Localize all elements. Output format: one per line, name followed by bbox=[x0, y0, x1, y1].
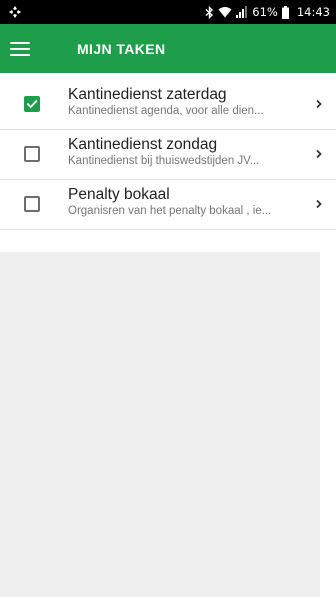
task-row-kantinedienst-zaterdag[interactable]: Kantinedienst zaterdag Kantinedienst age… bbox=[0, 80, 336, 130]
task-row-kantinedienst-zondag[interactable]: Kantinedienst zondag Kantinedienst bij t… bbox=[0, 130, 336, 180]
chevron-right-icon bbox=[316, 149, 322, 159]
task-checkbox[interactable] bbox=[24, 196, 40, 212]
task-subtitle: Kantinedienst agenda, voor alle dien... bbox=[68, 105, 264, 117]
wifi-icon bbox=[218, 6, 232, 18]
empty-content-area bbox=[0, 252, 320, 597]
task-subtitle: Organisren van het penalty bokaal , ie..… bbox=[68, 205, 272, 217]
chevron-right-icon bbox=[316, 99, 322, 109]
battery-percent: 61% bbox=[252, 5, 278, 19]
checkmark-icon bbox=[26, 99, 38, 109]
task-title: Kantinedienst zaterdag bbox=[68, 86, 227, 103]
page-title: MIJN TAKEN bbox=[77, 40, 166, 57]
app-notification-icon bbox=[8, 5, 28, 19]
signal-icon bbox=[236, 6, 248, 18]
status-bar: 61% 14:43 bbox=[0, 0, 336, 24]
task-checkbox-checked[interactable] bbox=[24, 96, 40, 112]
bluetooth-icon bbox=[205, 5, 214, 19]
task-checkbox[interactable] bbox=[24, 146, 40, 162]
app-bar: MIJN TAKEN bbox=[0, 24, 336, 73]
task-row-penalty-bokaal[interactable]: Penalty bokaal Organisren van het penalt… bbox=[0, 180, 336, 230]
chevron-right-icon bbox=[316, 199, 322, 209]
status-clock: 14:43 bbox=[296, 5, 330, 19]
task-title: Penalty bokaal bbox=[68, 186, 170, 203]
battery-icon bbox=[281, 5, 289, 19]
hamburger-menu-icon[interactable] bbox=[10, 41, 30, 56]
task-list: Kantinedienst zaterdag Kantinedienst age… bbox=[0, 80, 336, 230]
task-subtitle: Kantinedienst bij thuiswedstijden JV... bbox=[68, 155, 260, 167]
task-title: Kantinedienst zondag bbox=[68, 136, 218, 153]
